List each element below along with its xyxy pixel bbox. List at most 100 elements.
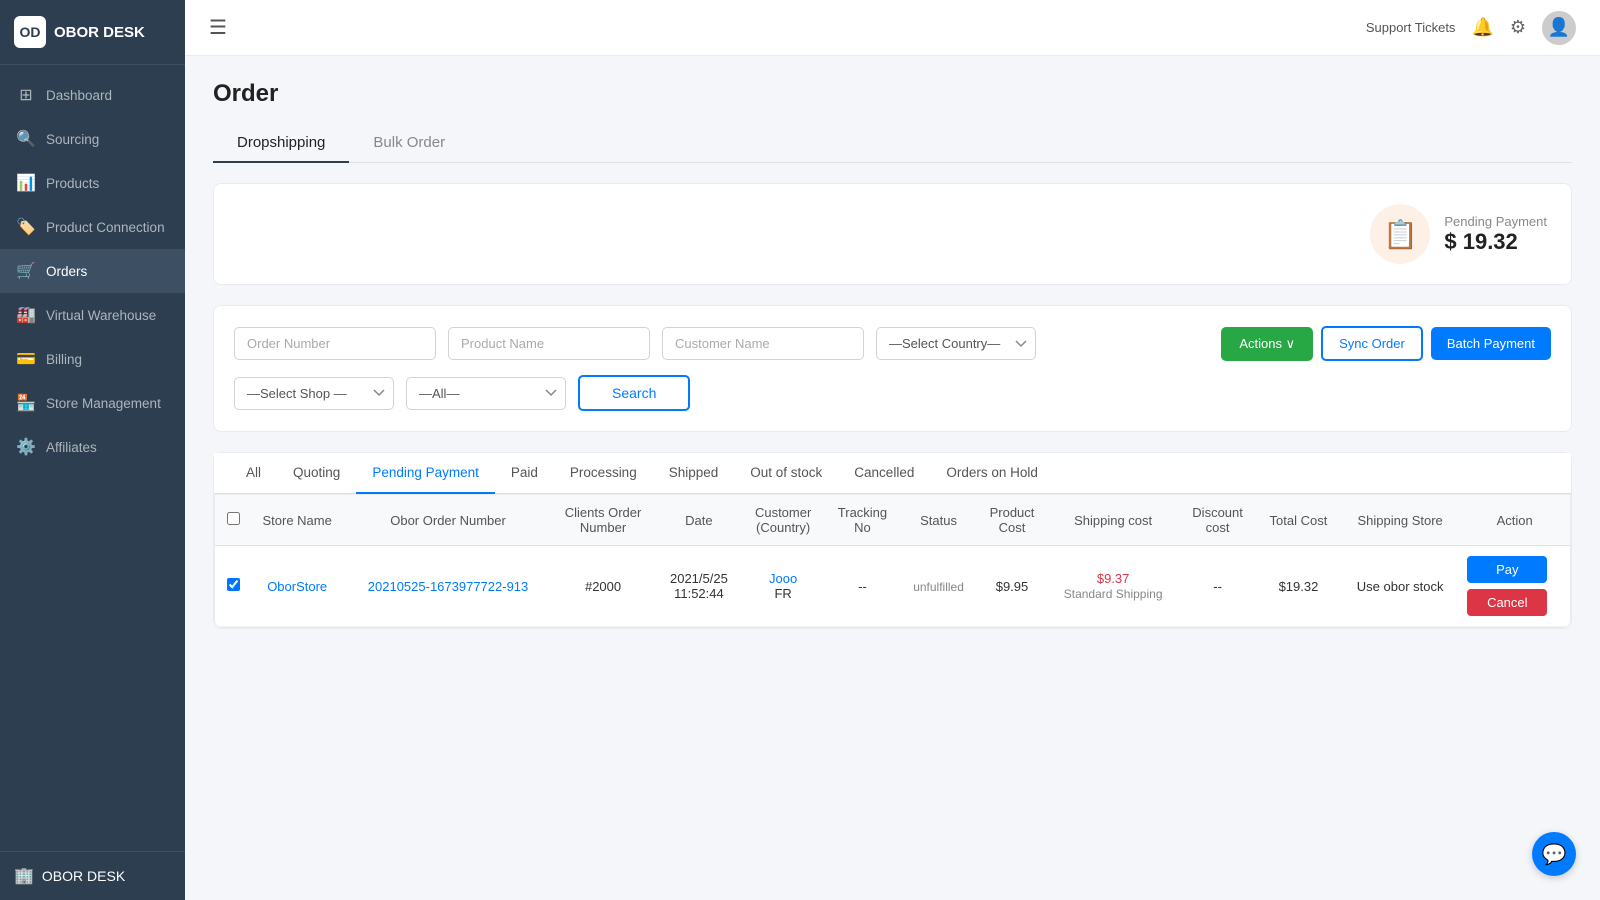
row-total-cost: $19.32 — [1256, 546, 1341, 627]
pending-payment-amount: $ 19.32 — [1444, 229, 1547, 255]
sidebar-item-orders[interactable]: 🛒 Orders — [0, 249, 185, 293]
order-tab-cancelled[interactable]: Cancelled — [838, 453, 930, 494]
row-store-name: OborStore — [248, 546, 346, 627]
sidebar-label-virtual-warehouse: Virtual Warehouse — [46, 308, 156, 323]
select-all-checkbox[interactable] — [227, 512, 240, 525]
row-obor-order-number: 20210525-1673977722-913 — [346, 546, 549, 627]
pending-payment-icon: 📋 — [1370, 204, 1430, 264]
row-date: 2021/5/2511:52:44 — [656, 546, 741, 627]
actions-label: Actions ∨ — [1239, 336, 1295, 352]
row-checkbox[interactable] — [227, 578, 240, 591]
product-name-input[interactable] — [448, 327, 650, 360]
tab-bulk-order[interactable]: Bulk Order — [349, 124, 469, 163]
hamburger-button[interactable]: ☰ — [209, 15, 227, 40]
col-shipping-cost: Shipping cost — [1047, 495, 1179, 546]
order-section: AllQuotingPending PaymentPaidProcessingS… — [213, 452, 1572, 629]
hamburger-icon: ☰ — [209, 17, 227, 39]
customer-name-input[interactable] — [662, 327, 864, 360]
chat-bubble[interactable]: 💬 — [1532, 832, 1576, 876]
sidebar-icon-billing: 💳 — [16, 349, 36, 369]
col-checkbox — [215, 495, 248, 546]
sidebar-footer[interactable]: 🏢 OBOR DESK — [0, 851, 185, 900]
tab-dropshipping[interactable]: Dropshipping — [213, 124, 349, 163]
row-discount-cost: -- — [1179, 546, 1256, 627]
topbar-right: Support Tickets 🔔 ⚙ 👤 — [1366, 11, 1576, 45]
row-status: unfulfilled — [900, 546, 977, 627]
pay-button[interactable]: Pay — [1467, 556, 1547, 583]
col-clients-order-number: Clients OrderNumber — [550, 495, 657, 546]
sidebar-label-store-management: Store Management — [46, 396, 161, 411]
batch-payment-button[interactable]: Batch Payment — [1431, 327, 1551, 360]
sidebar-label-product-connection: Product Connection — [46, 220, 165, 235]
col-action: Action — [1459, 495, 1570, 546]
sidebar-logo: OD OBOR DESK — [0, 0, 185, 65]
pending-payment-info: Pending Payment $ 19.32 — [1444, 214, 1547, 255]
avatar[interactable]: 👤 — [1542, 11, 1576, 45]
actions-row: Actions ∨ Sync Order Batch Payment — [1221, 326, 1551, 361]
sidebar-icon-sourcing: 🔍 — [16, 129, 36, 149]
obor-order-link[interactable]: 20210525-1673977722-913 — [368, 579, 529, 594]
sidebar-icon-products: 📊 — [16, 173, 36, 193]
order-tab-all[interactable]: All — [230, 453, 277, 494]
logo-icon: OD — [14, 16, 46, 48]
search-label: Search — [612, 385, 656, 401]
row-checkbox-cell — [215, 546, 248, 627]
status-badge: unfulfilled — [913, 580, 964, 594]
sidebar-item-affiliates[interactable]: ⚙️Affiliates — [0, 425, 185, 469]
row-shipping-cost: $9.37 Standard Shipping — [1047, 546, 1179, 627]
sidebar-icon-product-connection: 🏷️ — [16, 217, 36, 237]
cancel-button[interactable]: Cancel — [1467, 589, 1547, 616]
sync-order-button[interactable]: Sync Order — [1321, 326, 1423, 361]
actions-button[interactable]: Actions ∨ — [1221, 327, 1313, 361]
pending-icon-glyph: 📋 — [1383, 218, 1418, 251]
topbar: ☰ Support Tickets 🔔 ⚙ 👤 — [185, 0, 1600, 56]
order-tab-shipped[interactable]: Shipped — [653, 453, 735, 494]
all-select[interactable]: —All— —All—Pending PaymentPaidProcessing… — [406, 377, 566, 410]
filters-section: —Select Country— —Select Country—United … — [213, 305, 1572, 432]
order-tab-out-of-stock[interactable]: Out of stock — [734, 453, 838, 494]
row-product-cost: $9.95 — [977, 546, 1047, 627]
shop-select[interactable]: —Select Shop — —Select Shop —OborStore — [234, 377, 394, 410]
col-product-cost: ProductCost — [977, 495, 1047, 546]
country-select[interactable]: —Select Country— —Select Country—United … — [876, 327, 1036, 360]
col-store-name: Store Name — [248, 495, 346, 546]
sidebar-label-dashboard: Dashboard — [46, 88, 112, 103]
settings-icon[interactable]: ⚙ — [1510, 17, 1526, 38]
sidebar-label-sourcing: Sourcing — [46, 132, 99, 147]
page-title: Order — [213, 80, 1572, 108]
sidebar-icon-orders: 🛒 — [16, 261, 36, 281]
row-clients-order-number: #2000 — [550, 546, 657, 627]
footer-icon: 🏢 — [14, 866, 34, 886]
sidebar-item-sourcing[interactable]: 🔍 Sourcing — [0, 117, 185, 161]
chat-icon: 💬 — [1542, 842, 1567, 867]
pending-payment-banner: 📋 Pending Payment $ 19.32 — [213, 183, 1572, 285]
store-name-link[interactable]: OborStore — [267, 579, 327, 594]
sidebar: OD OBOR DESK ⊞Dashboard🔍Sourcing📊Product… — [0, 0, 185, 900]
order-tab-processing[interactable]: Processing — [554, 453, 653, 494]
search-button[interactable]: Search — [578, 375, 690, 411]
sidebar-label-orders: Orders — [46, 264, 87, 279]
filters-row-1: —Select Country— —Select Country—United … — [234, 326, 1551, 361]
sidebar-item-billing[interactable]: 💳Billing — [0, 337, 185, 381]
table-body: OborStore 20210525-1673977722-913 #2000 … — [215, 546, 1570, 627]
sidebar-footer-label: OBOR DESK — [42, 868, 125, 884]
order-tab-orders-on-hold[interactable]: Orders on Hold — [930, 453, 1054, 494]
order-tab-quoting[interactable]: Quoting — [277, 453, 356, 494]
notification-icon[interactable]: 🔔 — [1471, 17, 1493, 38]
col-obor-order-number: Obor Order Number — [346, 495, 549, 546]
col-discount-cost: Discountcost — [1179, 495, 1256, 546]
sidebar-item-products[interactable]: 📊Products — [0, 161, 185, 205]
customer-link[interactable]: Jooo — [769, 571, 797, 586]
col-tracking-no: TrackingNo — [825, 495, 900, 546]
sidebar-icon-dashboard: ⊞ — [16, 85, 36, 105]
sidebar-item-virtual-warehouse[interactable]: 🏭Virtual Warehouse — [0, 293, 185, 337]
pending-payment-label: Pending Payment — [1444, 214, 1547, 229]
order-tab-pending-payment[interactable]: Pending Payment — [356, 453, 495, 494]
order-tab-paid[interactable]: Paid — [495, 453, 554, 494]
sidebar-item-store-management[interactable]: 🏪Store Management — [0, 381, 185, 425]
sidebar-item-dashboard[interactable]: ⊞ Dashboard — [0, 73, 185, 117]
support-tickets-link[interactable]: Support Tickets — [1366, 20, 1456, 35]
sidebar-item-product-connection[interactable]: 🏷️ Product Connection — [0, 205, 185, 249]
order-number-input[interactable] — [234, 327, 436, 360]
col-date: Date — [656, 495, 741, 546]
